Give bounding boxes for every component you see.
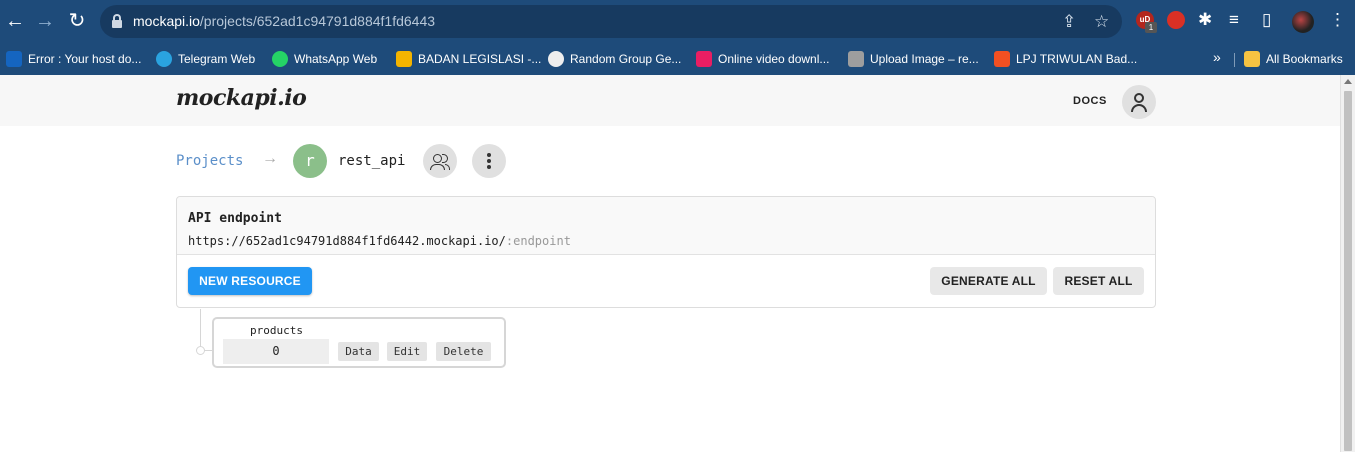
- bookmark-favicon-icon: [6, 50, 22, 67]
- reload-icon[interactable]: ↻: [66, 10, 88, 32]
- delete-button[interactable]: Delete: [436, 342, 491, 361]
- edit-button[interactable]: Edit: [387, 342, 427, 361]
- bookmark-item[interactable]: Random Group Ge...: [548, 50, 681, 68]
- api-endpoint-url[interactable]: https://652ad1c94791d884f1fd6442.mockapi…: [188, 234, 571, 248]
- endpoint-placeholder: :endpoint: [505, 234, 571, 248]
- bookmark-item[interactable]: Online video downl...: [696, 50, 829, 68]
- bookmark-item[interactable]: BADAN LEGISLASI -...: [396, 50, 541, 68]
- browser-toolbar: ← → ↻ mockapi.io/projects/652ad1c94791d8…: [0, 0, 1355, 43]
- scroll-up-arrow-icon[interactable]: [1344, 79, 1352, 84]
- all-bookmarks-folder[interactable]: All Bookmarks: [1244, 50, 1343, 68]
- url-text: mockapi.io/projects/652ad1c94791d884f1fd…: [133, 13, 436, 29]
- stop-extension-icon[interactable]: [1167, 11, 1185, 29]
- project-name: rest_api: [338, 153, 406, 169]
- bookmark-item[interactable]: Error : Your host do...: [6, 50, 141, 68]
- media-queue-icon[interactable]: ≡: [1229, 10, 1239, 30]
- more-vertical-icon: [487, 153, 491, 157]
- account-button[interactable]: [1122, 85, 1156, 119]
- scroll-thumb[interactable]: [1344, 91, 1352, 451]
- profile-avatar[interactable]: [1292, 11, 1314, 33]
- folder-icon: [1244, 50, 1260, 67]
- users-icon-second-body: [445, 164, 450, 170]
- page-content: mockapi.io DOCS Projects → r rest_api AP…: [0, 75, 1340, 452]
- telegram-icon: [156, 50, 172, 67]
- side-panel-icon[interactable]: ▯: [1262, 10, 1271, 30]
- bookmark-item[interactable]: WhatsApp Web: [272, 50, 377, 68]
- user-icon: [1134, 93, 1144, 103]
- kebab-menu-icon[interactable]: ⋮: [1329, 10, 1346, 30]
- resource-name[interactable]: products: [250, 324, 303, 337]
- lock-icon: [112, 14, 122, 28]
- star-icon[interactable]: ☆: [1094, 12, 1109, 32]
- user-icon-body: [1131, 104, 1147, 112]
- api-endpoint-card: API endpoint https://652ad1c94791d884f1f…: [176, 196, 1156, 308]
- whatsapp-icon: [272, 50, 288, 67]
- new-resource-button[interactable]: NEW RESOURCE: [188, 267, 312, 295]
- tree-node: [196, 346, 205, 355]
- extension-badge: 1: [1145, 22, 1157, 33]
- bookmarks-bar: Error : Your host do... Telegram Web Wha…: [0, 43, 1355, 75]
- generate-all-button[interactable]: GENERATE ALL: [930, 267, 1047, 295]
- breadcrumb-arrow-icon: →: [262, 150, 278, 167]
- upload-image-icon: [848, 50, 864, 67]
- data-button[interactable]: Data: [338, 342, 379, 361]
- project-menu-button[interactable]: [472, 144, 506, 178]
- mockapi-logo[interactable]: mockapi.io: [176, 85, 307, 111]
- back-arrow-icon[interactable]: ←: [4, 10, 26, 32]
- bookmark-item[interactable]: LPJ TRIWULAN Bad...: [994, 50, 1137, 68]
- bookmark-item[interactable]: Upload Image – re...: [848, 50, 979, 68]
- tree-connector: [200, 309, 201, 350]
- api-endpoint-header: API endpoint https://652ad1c94791d884f1f…: [177, 197, 1155, 255]
- docs-link[interactable]: DOCS: [1073, 95, 1107, 107]
- forward-arrow-icon[interactable]: →: [34, 10, 56, 32]
- random-group-icon: [548, 50, 564, 67]
- page-scrollbar[interactable]: [1340, 75, 1355, 452]
- share-icon[interactable]: ⇪: [1062, 12, 1076, 32]
- microsoft-icon: [994, 50, 1010, 67]
- more-vertical-icon-dot: [487, 159, 491, 163]
- puzzle-extensions-icon[interactable]: ✱: [1198, 10, 1212, 30]
- more-vertical-icon-dot: [487, 165, 491, 169]
- api-endpoint-title: API endpoint: [188, 211, 282, 226]
- reset-all-button[interactable]: RESET ALL: [1053, 267, 1144, 295]
- projects-link[interactable]: Projects: [176, 153, 243, 169]
- google-drive-icon: [396, 50, 412, 67]
- users-icon-second-head: [442, 154, 448, 163]
- endpoint-base-url: https://652ad1c94791d884f1fd6442.mockapi…: [188, 234, 506, 248]
- bookmark-item[interactable]: Telegram Web: [156, 50, 255, 68]
- video-download-icon: [696, 50, 712, 67]
- project-members-button[interactable]: [423, 144, 457, 178]
- resource-card: products 0 Data Edit Delete: [212, 317, 506, 368]
- address-bar[interactable]: mockapi.io/projects/652ad1c94791d884f1fd…: [100, 5, 1122, 38]
- bookmarks-divider: [1234, 53, 1235, 67]
- resource-count[interactable]: 0: [223, 339, 329, 364]
- breadcrumb: Projects → r rest_api: [176, 143, 516, 179]
- project-avatar: r: [293, 144, 327, 178]
- bookmarks-overflow-icon[interactable]: »: [1213, 49, 1221, 65]
- users-icon: [433, 154, 442, 163]
- app-header: mockapi.io DOCS: [0, 75, 1340, 126]
- users-icon-body: [430, 164, 445, 170]
